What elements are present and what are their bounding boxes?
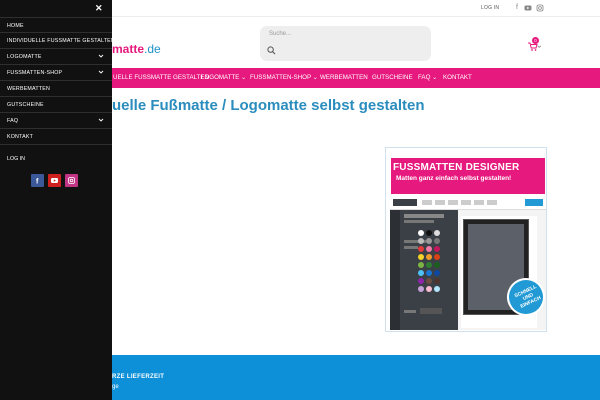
nav-label: LOGOMATTE <box>201 74 240 81</box>
chevron-down-icon[interactable] <box>98 69 104 75</box>
cart-button[interactable]: 0 <box>527 37 541 51</box>
color-swatch <box>426 230 432 236</box>
color-swatch <box>426 246 432 252</box>
page: LOG IN f matte.de Suche... 0 UELLE FUSSM… <box>0 0 600 400</box>
color-swatch <box>418 262 424 268</box>
screenshot-toolbar <box>390 196 546 210</box>
menu-item-label: FAQ <box>7 118 19 124</box>
chevron-down-icon[interactable] <box>98 53 104 59</box>
search-placeholder: Suche... <box>269 31 292 37</box>
menu-item-home[interactable]: HOME <box>0 17 112 33</box>
facebook-icon[interactable]: f <box>31 174 44 187</box>
nav-label: FAQ <box>418 74 431 81</box>
color-swatch <box>434 230 440 236</box>
footer-delivery-title: RZE LIEFERZEIT <box>112 374 165 380</box>
facebook-icon[interactable]: f <box>513 4 521 12</box>
nav-label: FUSSMATTEN-SHOP <box>250 74 311 81</box>
chevron-down-icon[interactable] <box>98 117 104 123</box>
color-swatch <box>418 286 424 292</box>
designer-screenshot: SCHNELL UND EINFACH <box>390 196 546 330</box>
search-icon[interactable] <box>267 46 276 55</box>
logo-brand: matte <box>112 42 145 56</box>
login-link[interactable]: LOG IN <box>481 5 499 11</box>
color-swatch <box>418 278 424 284</box>
menu-item-label: FUSSMATTEN-SHOP <box>7 70 63 76</box>
banner-title: FUSSMATTEN DESIGNER <box>393 162 520 173</box>
close-icon[interactable]: ✕ <box>95 3 103 14</box>
menu-item-label: WERBEMATTEN <box>7 86 51 92</box>
color-swatch <box>418 238 424 244</box>
designer-banner[interactable]: FUSSMATTEN DESIGNER Matten ganz einfach … <box>385 147 547 332</box>
nav-item-fussmatten-shop[interactable]: FUSSMATTEN-SHOP ⌄ <box>250 74 318 81</box>
color-swatch <box>426 270 432 276</box>
menu-item-werbematten[interactable]: WERBEMATTEN <box>0 81 112 97</box>
search-input[interactable]: Suche... <box>260 26 431 61</box>
menu-item-kontakt[interactable]: KONTAKT <box>0 129 112 145</box>
nav-item-kontakt[interactable]: KONTAKT <box>443 74 472 81</box>
menu-item-gutscheine[interactable]: GUTSCHEINE <box>0 97 112 113</box>
banner-subtitle: Matten ganz einfach selbst gestalten! <box>396 175 512 182</box>
color-swatch <box>426 254 432 260</box>
svg-text:f: f <box>36 179 39 185</box>
chevron-down-icon: ⌄ <box>312 74 318 81</box>
chevron-down-icon: ⌄ <box>432 74 438 81</box>
color-swatch <box>434 262 440 268</box>
mobile-menu-panel: ✕ HOME INDIVIDUELLE FUSSMATTE GESTALTEN … <box>0 0 115 400</box>
color-swatch <box>434 246 440 252</box>
nav-item-fussmatte-gestalten[interactable]: UELLE FUSSMATTE GESTALTEN <box>113 74 209 81</box>
color-swatch <box>434 278 440 284</box>
menu-item-label: KONTAKT <box>7 134 34 140</box>
menu-item-fussmatten-shop[interactable]: FUSSMATTEN-SHOP <box>0 65 112 81</box>
color-swatch <box>434 254 440 260</box>
nav-item-gutscheine[interactable]: GUTSCHEINE <box>372 74 413 81</box>
color-swatch <box>418 270 424 276</box>
color-swatch <box>434 238 440 244</box>
menu-login-link[interactable]: LOG IN <box>7 156 25 162</box>
color-swatch <box>426 238 432 244</box>
color-swatch <box>426 286 432 292</box>
color-swatch <box>434 286 440 292</box>
nav-item-werbematten[interactable]: WERBEMATTEN <box>320 74 368 81</box>
youtube-icon[interactable] <box>524 4 532 12</box>
color-swatch <box>434 270 440 276</box>
color-swatch <box>426 278 432 284</box>
instagram-icon[interactable] <box>65 174 78 187</box>
page-title: uelle Fußmatte / Logomatte selbst gestal… <box>112 97 425 114</box>
nav-item-faq[interactable]: FAQ ⌄ <box>418 74 437 81</box>
menu-item-logomatte[interactable]: LOGOMATTE <box>0 49 112 65</box>
menu-item-label: GUTSCHEINE <box>7 102 44 108</box>
nav-item-logomatte[interactable]: LOGOMATTE ⌄ <box>201 74 246 81</box>
cart-count-badge: 0 <box>532 37 539 44</box>
screenshot-sidebar <box>390 210 458 330</box>
menu-item-faq[interactable]: FAQ <box>0 113 112 129</box>
color-swatch <box>418 254 424 260</box>
menu-item-individuelle-fussmatte[interactable]: INDIVIDUELLE FUSSMATTE GESTALTEN <box>0 33 115 49</box>
menu-item-label: INDIVIDUELLE FUSSMATTE GESTALTEN <box>7 38 115 44</box>
chevron-down-icon: ⌄ <box>241 74 247 81</box>
menu-item-label: HOME <box>7 23 24 29</box>
youtube-icon[interactable] <box>48 174 61 187</box>
instagram-icon[interactable] <box>536 4 544 12</box>
site-logo[interactable]: matte.de <box>112 42 161 56</box>
color-swatch <box>418 246 424 252</box>
logo-domain: .de <box>144 42 161 56</box>
menu-item-label: LOGOMATTE <box>7 54 42 60</box>
footer-delivery-text: ge <box>112 384 119 390</box>
color-swatch <box>426 262 432 268</box>
color-swatch <box>418 230 424 236</box>
